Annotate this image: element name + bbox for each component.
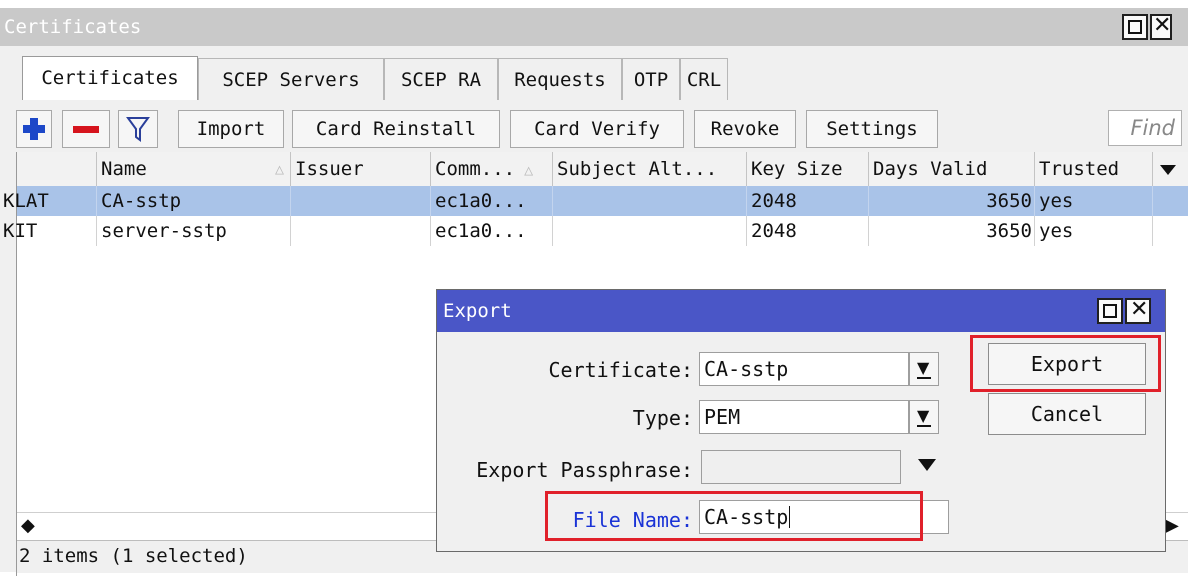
column-common-name[interactable]: Comm... △ [431,152,553,186]
row-trusted: yes [1035,216,1153,246]
export-highlight-box [970,335,1161,392]
row-subject-alt [553,216,747,246]
row-flags: KLAT [1,186,97,216]
tab-crl[interactable]: CRL [680,58,728,100]
window-titlebar[interactable]: Certificates ✕ [0,8,1188,46]
row-flags: KIT [1,216,97,246]
find-input[interactable]: Find [1108,110,1182,146]
row-days-valid: 3650 [869,186,1035,216]
row-subject-alt [553,186,747,216]
file-name-highlight-box [545,491,923,541]
row-trusted: yes [1035,186,1153,216]
add-button[interactable] [16,110,52,148]
maximize-icon[interactable] [1122,14,1148,40]
certificate-dropdown-button[interactable]: ▼ [909,352,939,386]
add-icon [23,118,45,140]
close-icon[interactable]: ✕ [1150,13,1172,40]
cancel-button[interactable]: Cancel [988,393,1146,435]
passphrase-field[interactable] [701,450,901,484]
row-common-name: ec1a0... [431,186,553,216]
dialog-titlebar[interactable]: Export ✕ [437,290,1165,332]
dialog-title: Export [443,300,512,322]
filter-button[interactable] [118,110,158,148]
sort-icon: △ [274,160,284,178]
columns-menu-icon[interactable] [1153,152,1188,186]
row-name: server-sstp [97,216,291,246]
remove-icon [73,126,99,133]
chevron-down-icon [1160,165,1176,175]
dropdown-arrow-icon: ▼ [917,406,932,427]
toolbar: Import Card Reinstall Card Verify Revoke… [0,100,1188,152]
type-label: Type: [632,406,693,430]
type-dropdown-button[interactable]: ▼ [909,400,939,434]
certificate-select[interactable]: CA-sstp [699,352,909,386]
dialog-close-icon[interactable]: ✕ [1125,297,1151,324]
column-name[interactable]: Name △ [97,152,291,186]
card-reinstall-button[interactable]: Card Reinstall [292,110,500,148]
filter-icon [126,117,150,142]
table-row[interactable]: KLAT CA-sstp ec1a0... 2048 3650 yes [3,186,1188,216]
passphrase-label: Export Passphrase: [476,458,693,482]
column-days-valid[interactable]: Days Valid [869,152,1035,186]
remove-button[interactable] [62,110,110,148]
tab-requests[interactable]: Requests [498,58,622,100]
tab-scep-ra[interactable]: SCEP RA [384,58,498,100]
column-subject-alt[interactable]: Subject Alt... [553,152,747,186]
tab-certificates[interactable]: Certificates [22,56,198,100]
table-row[interactable]: KIT server-sstp ec1a0... 2048 3650 yes [3,216,1188,246]
column-issuer[interactable]: Issuer [291,152,431,186]
column-key-size[interactable]: Key Size [747,152,869,186]
scroll-left-icon[interactable]: ◆ [21,515,35,536]
dialog-maximize-icon[interactable] [1097,298,1123,324]
row-name: CA-sstp [97,186,291,216]
card-verify-button[interactable]: Card Verify [510,110,684,148]
window-title: Certificates [4,16,142,38]
scroll-right-icon[interactable]: ▶ [1165,515,1179,536]
certificate-label: Certificate: [548,358,694,382]
sort-icon: △ [515,161,534,179]
dropdown-arrow-icon: ▼ [917,358,932,379]
table-header: Name △ Issuer Comm... △ Subject Alt... Ke… [17,152,1188,187]
status-text: 2 items (1 selected) [19,545,248,567]
row-days-valid: 3650 [869,216,1035,246]
tab-otp[interactable]: OTP [622,58,680,100]
row-common-name: ec1a0... [431,216,553,246]
import-button[interactable]: Import [178,110,284,148]
column-flags[interactable] [17,152,97,186]
row-issuer [291,216,431,246]
type-select[interactable]: PEM [699,400,909,434]
row-key-size: 2048 [747,186,869,216]
column-trusted[interactable]: Trusted [1035,152,1153,186]
settings-button[interactable]: Settings [806,110,938,148]
row-key-size: 2048 [747,216,869,246]
revoke-button[interactable]: Revoke [694,110,796,148]
tab-scep-servers[interactable]: SCEP Servers [198,58,384,100]
row-issuer [291,186,431,216]
passphrase-toggle-icon[interactable] [917,458,937,472]
